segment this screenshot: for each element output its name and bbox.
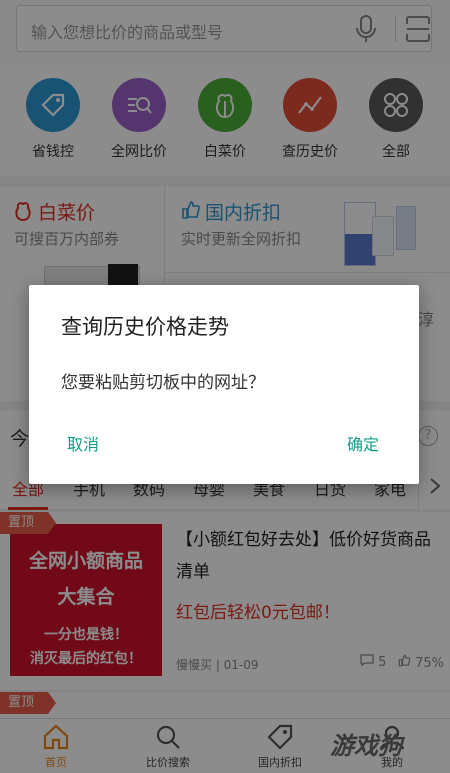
- paste-url-dialog: 查询历史价格走势 您要粘贴剪切板中的网址？ 取消 确定: [29, 285, 419, 484]
- confirm-button[interactable]: 确定: [347, 431, 379, 455]
- dialog-message: 您要粘贴剪切板中的网址？: [61, 373, 265, 393]
- dialog-title: 查询历史价格走势: [61, 315, 229, 339]
- cancel-button[interactable]: 取消: [67, 431, 99, 455]
- app-page: 输入您想比价的商品或型号 省钱控 全网比价 白菜价 查历史价 全部 白菜价 可搜…: [0, 0, 450, 773]
